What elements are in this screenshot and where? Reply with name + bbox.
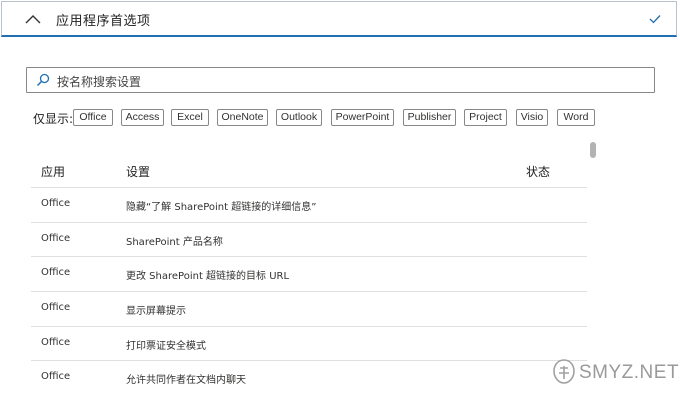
search-placeholder: 按名称搜索设置 [57, 75, 142, 89]
row-app: Office [41, 198, 71, 209]
row-app: Office [41, 233, 71, 244]
filter-chip-onenote[interactable]: OneNote [217, 109, 268, 126]
column-header-app[interactable]: 应用 [41, 163, 65, 180]
search-icon [36, 73, 50, 87]
table-row[interactable]: Office 隐藏“了解 SharePoint 超链接的详细信息” [31, 187, 587, 223]
row-setting: 允许共同作者在文档内聊天 [126, 375, 246, 386]
watermark: SMYZ.NET [551, 356, 679, 388]
row-app: Office [41, 371, 71, 382]
row-setting: 更改 SharePoint 超链接的目标 URL [126, 271, 290, 282]
row-setting: 打印票证安全模式 [126, 341, 206, 352]
filter-chip-access[interactable]: Access [121, 109, 164, 126]
column-header-setting[interactable]: 设置 [126, 163, 150, 180]
row-app: Office [41, 302, 71, 313]
filter-chip-excel[interactable]: Excel [171, 109, 209, 126]
filter-chip-publisher[interactable]: Publisher [403, 109, 456, 126]
row-setting: 隐藏“了解 SharePoint 超链接的详细信息” [126, 202, 317, 213]
filter-chip-visio[interactable]: Visio [516, 109, 548, 126]
search-input[interactable]: 按名称搜索设置 [26, 67, 655, 93]
row-app: Office [41, 267, 71, 278]
chevron-up-icon[interactable] [24, 11, 42, 27]
table-row[interactable]: Office 允许共同作者在文档内聊天 [31, 360, 587, 396]
table-row[interactable]: Office 更改 SharePoint 超链接的目标 URL [31, 256, 587, 292]
column-header-status[interactable]: 状态 [526, 163, 550, 180]
filter-chip-outlook[interactable]: Outlook [276, 109, 322, 126]
filter-chip-powerpoint[interactable]: PowerPoint [331, 109, 394, 126]
watermark-logo-icon [553, 359, 575, 384]
table-row[interactable]: Office 打印票证安全模式 [31, 326, 587, 362]
filter-chip-word[interactable]: Word [557, 109, 595, 126]
section-title: 应用程序首选项 [56, 14, 151, 29]
filter-chip-office[interactable]: Office [73, 109, 113, 126]
row-setting: 显示屏幕提示 [126, 306, 186, 317]
section-header[interactable]: 应用程序首选项 [1, 1, 677, 37]
scrollbar-thumb[interactable] [590, 142, 596, 158]
filter-chip-project[interactable]: Project [464, 109, 507, 126]
checkmark-icon [649, 15, 661, 24]
filter-label: 仅显示: [33, 112, 74, 126]
table-row[interactable]: Office 显示屏幕提示 [31, 291, 587, 327]
row-app: Office [41, 337, 71, 348]
watermark-text: SMYZ.NET [579, 362, 680, 383]
row-setting: SharePoint 产品名称 [126, 237, 223, 248]
table-row[interactable]: Office SharePoint 产品名称 [31, 222, 587, 258]
